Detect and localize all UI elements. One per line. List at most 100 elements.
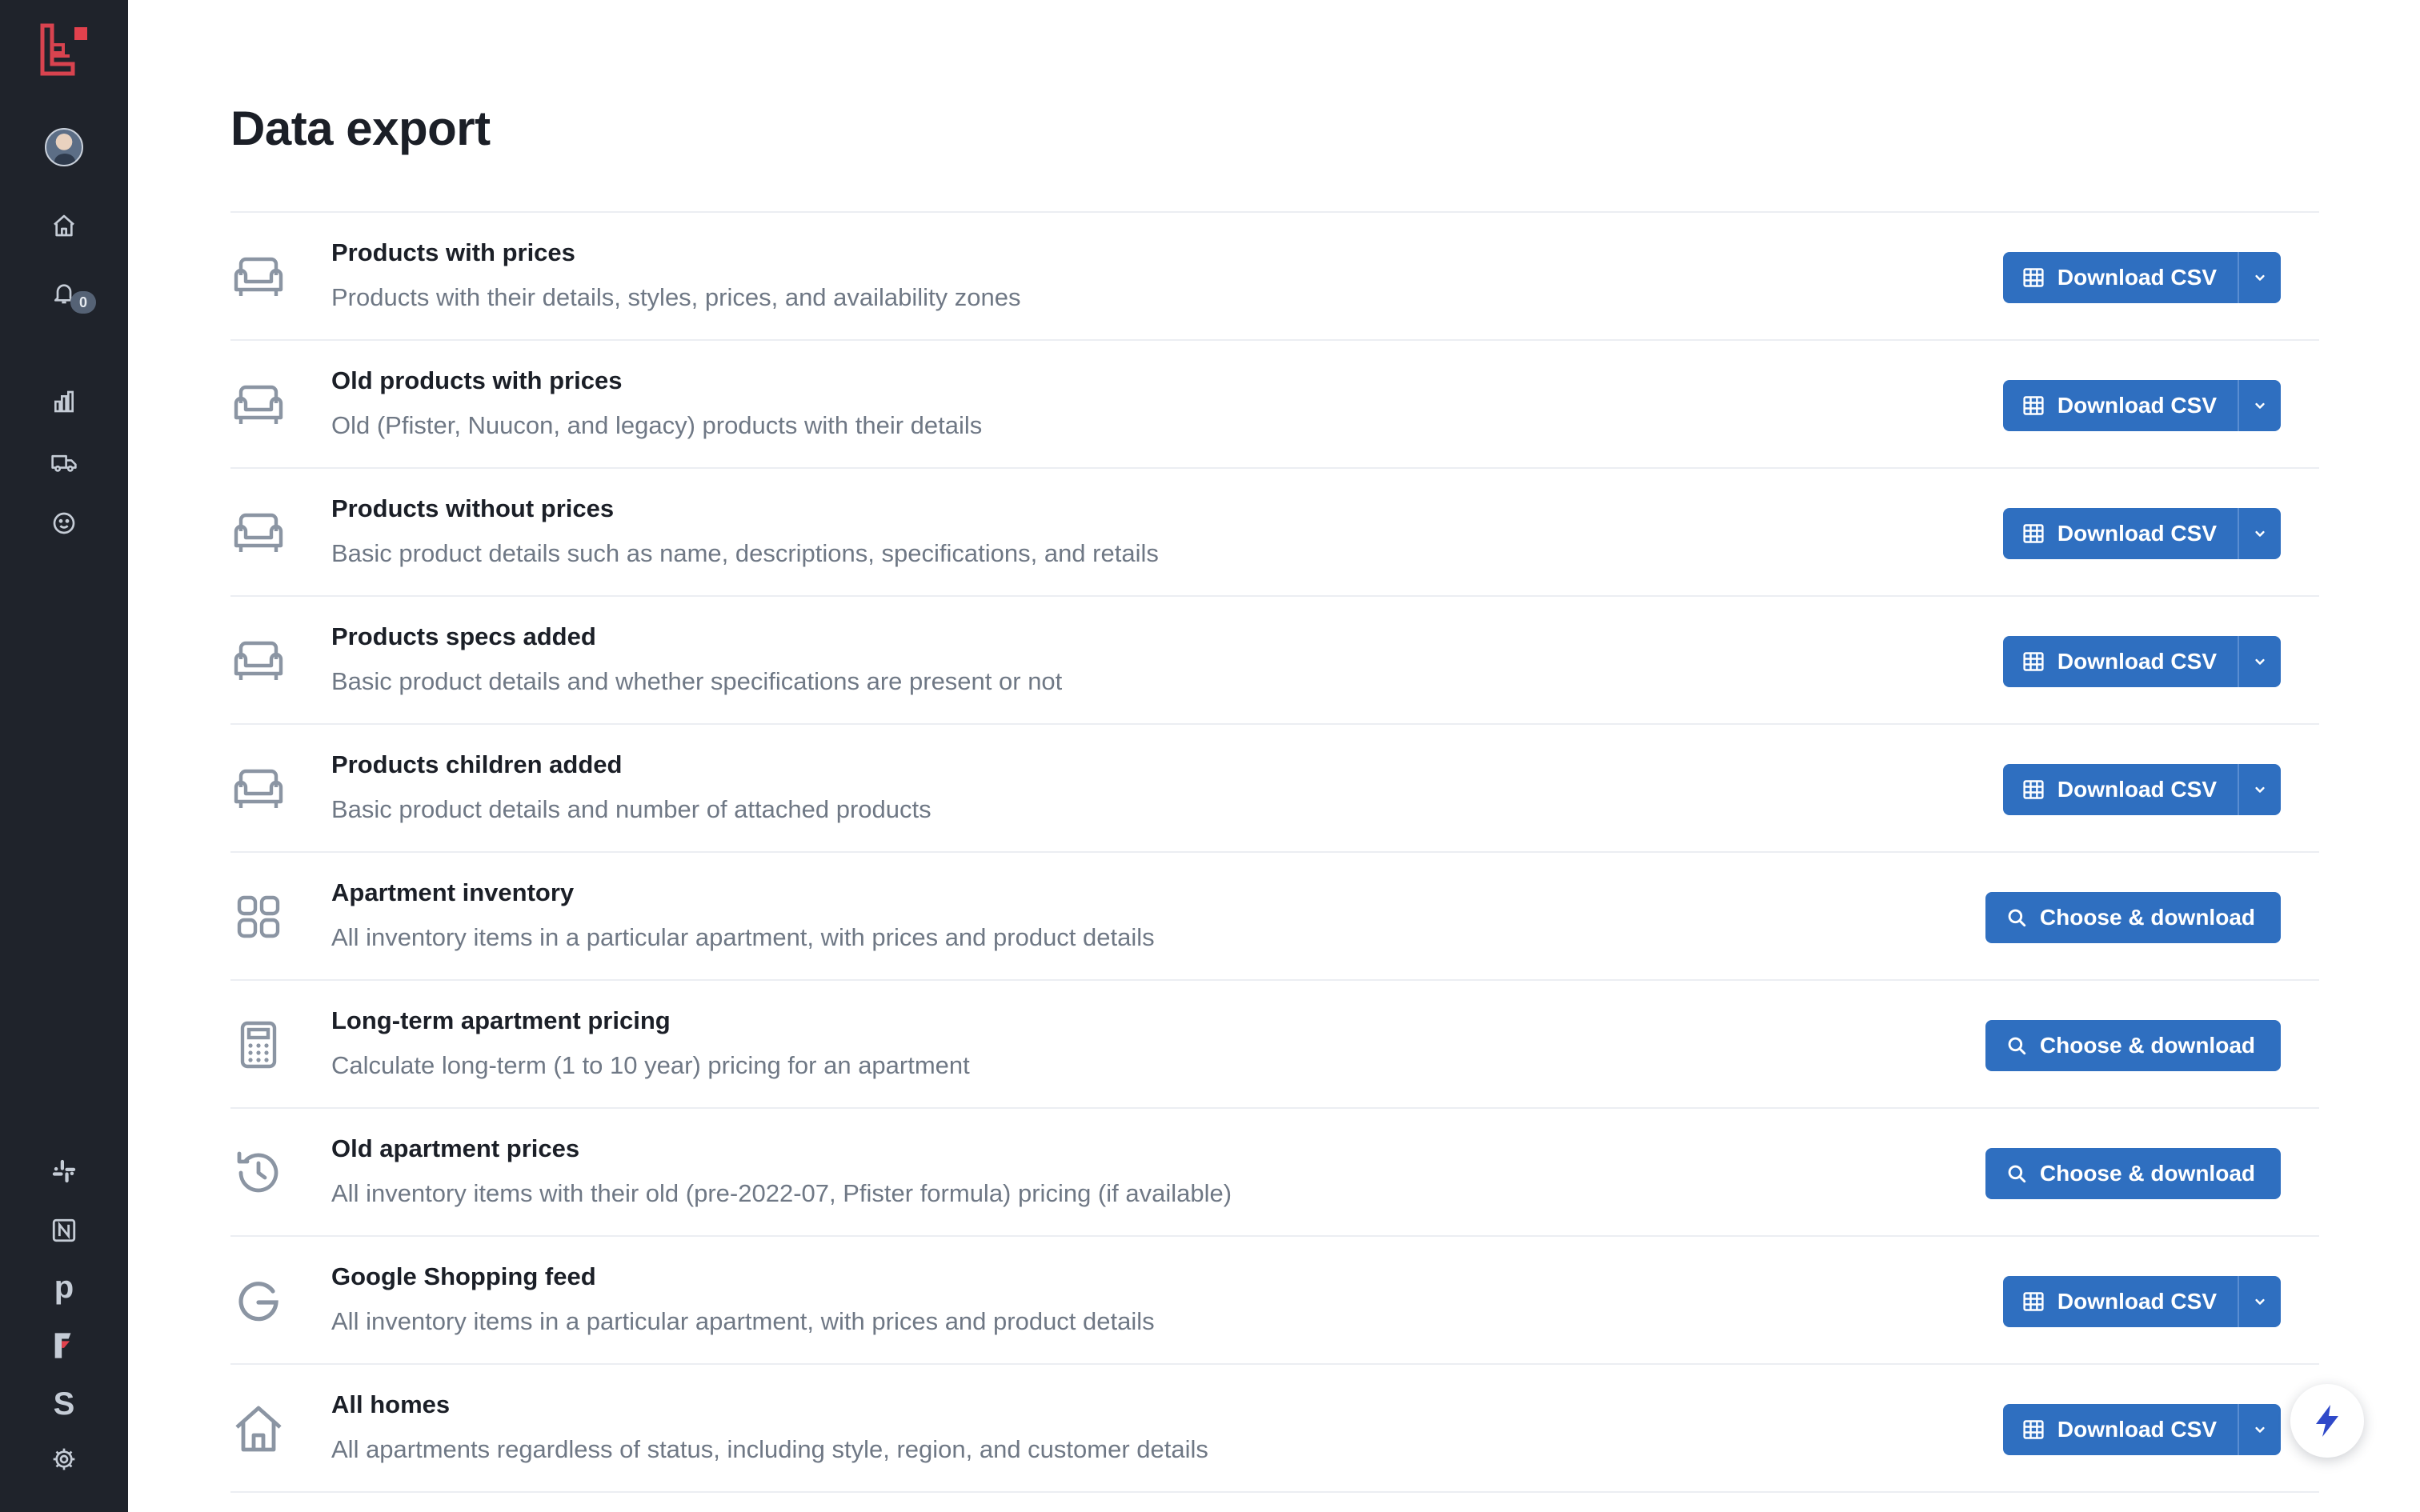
export-row: Products with prices Products with their …: [230, 211, 2319, 339]
list-divider: [230, 1491, 2319, 1493]
button-content: Choose & download: [1985, 892, 2281, 943]
sofa-icon: [230, 245, 286, 309]
export-title: Products children added: [331, 750, 623, 778]
download-options-dropdown[interactable]: [2238, 764, 2281, 815]
download-csv-button[interactable]: Download CSV: [2003, 636, 2238, 687]
table-icon: [2023, 1292, 2044, 1311]
export-title: Old apartment prices: [331, 1134, 580, 1162]
export-description: All inventory items in a particular apar…: [331, 1307, 1155, 1335]
download-csv-button-group: Download CSV: [2002, 252, 2281, 303]
sofa-icon: [230, 373, 286, 437]
button-label: Download CSV: [2057, 1289, 2217, 1314]
button-label: Download CSV: [2057, 393, 2217, 418]
chevron-down-icon: [2255, 402, 2265, 409]
calculator-icon: [230, 1013, 286, 1077]
chart-nav-icon[interactable]: [0, 386, 128, 418]
chevron-down-icon: [2255, 1298, 2265, 1305]
quick-action-button[interactable]: [2290, 1384, 2364, 1458]
export-row: Google Shopping feed All inventory items …: [230, 1235, 2319, 1363]
table-icon: [2023, 780, 2044, 799]
choose-and-download-button[interactable]: Choose & download: [1985, 892, 2281, 943]
export-title: All homes: [331, 1390, 451, 1418]
home-nav-icon[interactable]: [0, 210, 128, 242]
choose-and-download-button[interactable]: Choose & download: [1985, 1020, 2281, 1071]
export-description: All inventory items with their old (pre-…: [331, 1179, 1232, 1207]
table-icon: [2023, 268, 2044, 287]
download-options-dropdown[interactable]: [2238, 636, 2281, 687]
export-row: All homes All apartments regardless of st…: [230, 1363, 2319, 1491]
flag-app-icon[interactable]: [0, 1328, 128, 1363]
button-label: Choose & download: [2039, 905, 2255, 930]
export-title: Products without prices: [331, 494, 615, 522]
export-description: Old (Pfister, Nuucon, and legacy) produc…: [331, 411, 983, 439]
download-csv-button-group: Download CSV: [2002, 508, 2281, 559]
smiley-nav-icon[interactable]: [0, 507, 128, 539]
google-icon: [230, 1269, 286, 1333]
user-avatar[interactable]: [0, 126, 128, 168]
button-label: Choose & download: [2039, 1033, 2255, 1058]
stripe-icon[interactable]: S: [0, 1384, 128, 1424]
download-options-dropdown[interactable]: [2238, 380, 2281, 431]
export-title: Long-term apartment pricing: [331, 1006, 671, 1034]
export-description: Products with their details, styles, pri…: [331, 283, 1021, 311]
button-label: Download CSV: [2057, 1417, 2217, 1442]
choose-and-download-button[interactable]: Choose & download: [1985, 1148, 2281, 1199]
download-csv-button[interactable]: Download CSV: [2003, 1404, 2238, 1455]
export-row: Products specs added Basic product detail…: [230, 595, 2319, 723]
notion-icon[interactable]: [0, 1213, 128, 1248]
export-row: Old products with prices Old (Pfister, Nu…: [230, 339, 2319, 467]
button-content: Choose & download: [1985, 1020, 2281, 1071]
table-icon: [2023, 1420, 2044, 1439]
download-csv-button[interactable]: Download CSV: [2003, 380, 2238, 431]
history-icon: [230, 1141, 286, 1205]
search-icon: [2008, 1037, 2026, 1055]
export-title: Products with prices: [331, 238, 575, 266]
chevron-down-icon: [2255, 658, 2265, 665]
avatar: [45, 128, 83, 166]
download-csv-button[interactable]: Download CSV: [2003, 764, 2238, 815]
page-title: Data export: [230, 102, 491, 155]
export-title: Old products with prices: [331, 366, 623, 394]
download-options-dropdown[interactable]: [2238, 508, 2281, 559]
sofa-icon: [230, 501, 286, 565]
download-csv-button[interactable]: Download CSV: [2003, 252, 2238, 303]
app-logo[interactable]: [0, 19, 128, 80]
bell-icon[interactable]: [0, 277, 128, 309]
slack-icon[interactable]: [0, 1154, 128, 1189]
search-icon: [2008, 909, 2026, 927]
chevron-down-icon: [2255, 530, 2265, 537]
truck-nav-icon[interactable]: [0, 446, 128, 478]
chevron-down-icon: [2255, 786, 2265, 793]
export-description: Calculate long-term (1 to 10 year) prici…: [331, 1051, 970, 1079]
button-label: Download CSV: [2057, 265, 2217, 290]
download-csv-button-group: Download CSV: [2002, 380, 2281, 431]
producthunt-icon[interactable]: p: [0, 1267, 128, 1307]
export-description: Basic product details and whether specif…: [331, 667, 1063, 695]
export-row: Apartment inventory All inventory items i…: [230, 851, 2319, 979]
export-description: Basic product details such as name, desc…: [331, 539, 1159, 567]
download-csv-button-group: Download CSV: [2002, 1276, 2281, 1327]
export-row: Products without prices Basic product det…: [230, 467, 2319, 595]
chevron-down-icon: [2255, 274, 2265, 281]
button-label: Download CSV: [2057, 521, 2217, 546]
export-row: Old apartment prices All inventory items …: [230, 1107, 2319, 1235]
download-csv-button-group: Download CSV: [2002, 764, 2281, 815]
button-label: Choose & download: [2039, 1161, 2255, 1186]
notification-count-badge: 0: [70, 291, 96, 314]
grid-icon: [230, 885, 286, 949]
export-description: All apartments regardless of status, inc…: [331, 1435, 1208, 1463]
export-title: Apartment inventory: [331, 878, 575, 906]
download-csv-button[interactable]: Download CSV: [2003, 508, 2238, 559]
settings-gear-icon[interactable]: [0, 1443, 128, 1475]
download-csv-button-group: Download CSV: [2002, 636, 2281, 687]
sofa-icon: [230, 757, 286, 821]
download-options-dropdown[interactable]: [2238, 1276, 2281, 1327]
export-row: Long-term apartment pricing Calculate lon…: [230, 979, 2319, 1107]
export-description: Basic product details and number of atta…: [331, 795, 932, 823]
table-icon: [2023, 652, 2044, 671]
export-title: Google Shopping feed: [331, 1262, 596, 1290]
button-label: Download CSV: [2057, 649, 2217, 674]
download-options-dropdown[interactable]: [2238, 1404, 2281, 1455]
download-csv-button[interactable]: Download CSV: [2003, 1276, 2238, 1327]
download-options-dropdown[interactable]: [2238, 252, 2281, 303]
